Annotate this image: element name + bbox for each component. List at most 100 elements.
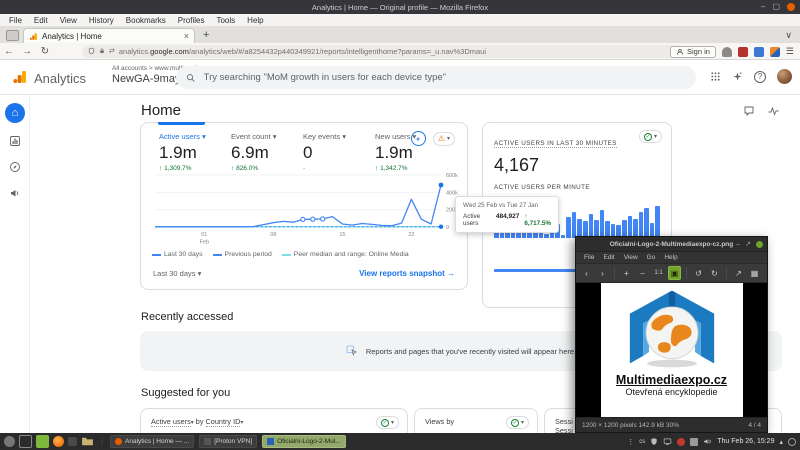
realtime-active-users-value: 4,167	[494, 155, 660, 176]
viewer-menu-view[interactable]: View	[620, 254, 642, 261]
active-users-trend-chart[interactable]: 0200k400k600k01Feb081522	[151, 169, 463, 247]
menu-help[interactable]: Help	[242, 16, 268, 25]
warning-icon: ⚠	[438, 134, 445, 143]
data-alert-chip[interactable]: ⚠ ▾	[433, 132, 455, 146]
url-bar[interactable]: ⇄ analytics.google.com/analytics/web/#/a…	[82, 45, 682, 58]
show-desktop-button[interactable]	[19, 435, 32, 448]
viewer-close-button[interactable]	[756, 241, 763, 248]
feedback-note-icon[interactable]	[743, 105, 755, 117]
menu-bookmarks[interactable]: Bookmarks	[121, 16, 171, 25]
previous-image-button[interactable]: ‹	[580, 266, 593, 280]
zoom-out-button[interactable]: −	[636, 266, 649, 280]
sign-in-button[interactable]: Sign in	[670, 46, 716, 58]
viewer-menu-go[interactable]: Go	[643, 254, 660, 261]
tray-expand-icon[interactable]: ▴	[779, 438, 783, 446]
menu-file[interactable]: File	[4, 16, 27, 25]
extension-icon[interactable]	[770, 47, 780, 57]
tab-close-icon[interactable]: ×	[184, 31, 189, 41]
apps-grid-icon[interactable]	[710, 71, 721, 82]
viewer-minimize-button[interactable]: –	[736, 241, 740, 248]
analytics-assistant-icon[interactable]	[411, 131, 426, 146]
metric-key-events[interactable]: Key events ▾ 0 -	[303, 132, 358, 172]
tab-analytics-home[interactable]: Analytics | Home ×	[23, 28, 195, 43]
nav-home-icon[interactable]: ⌂	[5, 103, 25, 123]
taskbar-window-protonvpn[interactable]: [Proton VPN]	[199, 435, 257, 448]
realtime-status-chip[interactable]: ✓ ▾	[639, 130, 662, 143]
network-tray-icon[interactable]	[663, 437, 672, 446]
nav-reports-icon[interactable]	[9, 135, 21, 147]
proton-tray-icon[interactable]	[677, 438, 685, 446]
maximize-button[interactable]: ▢	[772, 3, 780, 11]
new-tab-button[interactable]: +	[203, 29, 209, 41]
tab-overflow-icon[interactable]: ∨	[785, 30, 792, 41]
menu-view[interactable]: View	[55, 16, 82, 25]
taskbar-window-firefox[interactable]: Analytics | Home — ...	[110, 435, 194, 448]
viewer-titlebar[interactable]: Oficialni-Logo-2-Multimediaexpo-cz.png –…	[576, 237, 767, 252]
next-image-button[interactable]: ›	[596, 266, 609, 280]
rotate-right-button[interactable]: ↻	[708, 266, 721, 280]
forward-button[interactable]: →	[18, 46, 36, 57]
app-launcher-green-icon[interactable]	[36, 435, 49, 448]
zoom-actual-size-button[interactable]: 1:1	[652, 266, 665, 280]
ga-search-bar[interactable]	[176, 66, 696, 89]
viewer-menu-help[interactable]: Help	[660, 254, 681, 261]
nav-explore-icon[interactable]	[9, 161, 21, 173]
taskbar-window-image-viewer[interactable]: Oficialni-Logo-2-Mul...	[262, 435, 346, 448]
keyboard-layout-indicator[interactable]: cs	[639, 439, 645, 445]
fullscreen-button[interactable]: ↗	[732, 266, 745, 280]
app-tray-icon[interactable]	[690, 438, 698, 446]
tracking-shield-icon[interactable]	[88, 47, 95, 55]
search-input[interactable]	[204, 72, 686, 83]
zoom-in-button[interactable]: +	[620, 266, 633, 280]
back-button[interactable]: ←	[0, 46, 18, 57]
translate-extension-icon[interactable]	[754, 47, 764, 57]
help-icon[interactable]: ?	[754, 71, 766, 83]
viewer-menu-edit[interactable]: Edit	[599, 254, 618, 261]
viewer-menu-file[interactable]: File	[580, 254, 598, 261]
collection-button[interactable]: ▦	[748, 266, 761, 280]
date-range-selector[interactable]: Last 30 days ▾	[153, 269, 201, 278]
insights-sparkle-icon[interactable]	[732, 71, 743, 82]
taskbar-clock[interactable]: Thu Feb 26, 15:29	[717, 438, 774, 445]
user-avatar[interactable]	[777, 69, 792, 84]
nav-advertising-icon[interactable]	[9, 187, 21, 199]
files-launcher-icon[interactable]	[81, 435, 94, 448]
close-button[interactable]	[787, 3, 795, 11]
suggested-card-active-users-by-country[interactable]: Active users▾ by Country ID▾ ✓▾	[140, 408, 408, 433]
per-minute-bar	[600, 210, 605, 238]
zoom-best-fit-button[interactable]: ▣	[668, 266, 681, 280]
metric-event-count[interactable]: Event count ▾ 6.9m ↑ 826.0%	[231, 132, 286, 172]
url-text[interactable]: analytics.google.com/analytics/web/#/a82…	[119, 47, 665, 56]
firefox-launcher-icon[interactable]	[53, 436, 64, 447]
hamburger-menu-icon[interactable]: ☰	[786, 46, 794, 57]
metric-active-users[interactable]: Active users ▾ 1.9m ↑ 1,309.7%	[159, 132, 214, 172]
suggested-card-views-by-page[interactable]: Views by Page title and scree... ✓▾	[414, 408, 538, 433]
proton-pass-extension-icon[interactable]	[738, 47, 748, 57]
profile-extension-icon[interactable]	[722, 47, 732, 57]
menu-edit[interactable]: Edit	[29, 16, 53, 25]
insights-pulse-icon[interactable]	[767, 105, 780, 117]
terminal-launcher-icon[interactable]	[68, 437, 77, 446]
permissions-icon[interactable]: ⇄	[109, 47, 115, 55]
firefox-menubar: File Edit View History Bookmarks Profile…	[0, 14, 800, 26]
tooltip-delta: ↑ 6,717.5%	[524, 213, 551, 227]
card-status-chip[interactable]: ✓▾	[506, 416, 529, 429]
reload-button[interactable]: ↻	[36, 46, 54, 57]
viewer-canvas[interactable]: Multimediaexpo.cz Otevřená encyklopedie	[576, 283, 767, 417]
menu-profiles[interactable]: Profiles	[173, 16, 210, 25]
viewer-maximize-button[interactable]: ↗	[745, 241, 751, 248]
legend-peer-median: Peer median and range: Online Media	[282, 251, 409, 258]
volume-tray-icon[interactable]	[703, 437, 712, 446]
tray-menu-icon[interactable]	[788, 438, 796, 446]
mint-menu-button[interactable]	[4, 436, 15, 447]
firefox-view-icon[interactable]	[6, 30, 19, 41]
vpn-shield-tray-icon[interactable]	[650, 437, 658, 446]
menu-history[interactable]: History	[84, 16, 119, 25]
rotate-left-button[interactable]: ↺	[692, 266, 705, 280]
lock-icon[interactable]	[99, 47, 105, 55]
card-status-chip[interactable]: ✓▾	[376, 416, 399, 429]
menu-tools[interactable]: Tools	[211, 16, 240, 25]
view-reports-snapshot-link[interactable]: View reports snapshot →	[359, 269, 455, 278]
viewer-window-title: Oficialni-Logo-2-Multimediaexpo-cz.png	[610, 241, 734, 248]
minimize-button[interactable]: –	[761, 3, 765, 11]
